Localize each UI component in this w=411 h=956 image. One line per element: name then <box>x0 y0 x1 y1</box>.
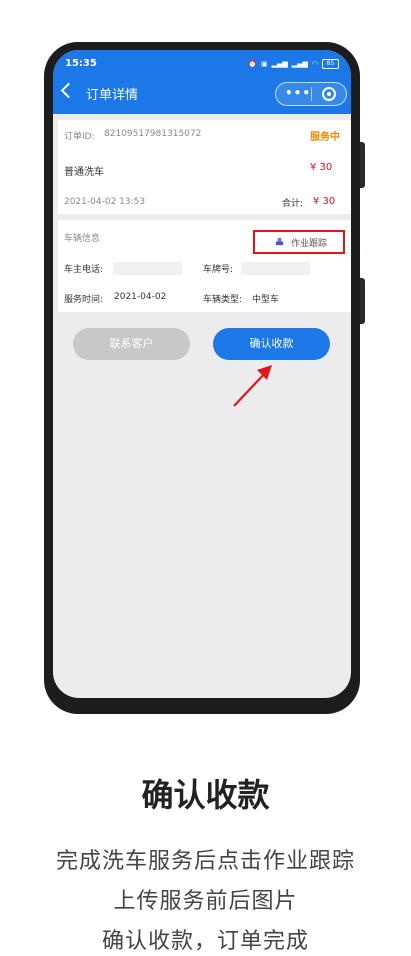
order-id-value: 82109517981315072 <box>104 129 202 139</box>
vehicle-type-label: 车辆类型: <box>203 295 243 305</box>
caption-line-1: 完成洗车服务后点击作业跟踪 <box>55 849 355 874</box>
work-tracking-label: 作业跟踪 <box>291 239 328 249</box>
total-label: 合计: <box>282 199 304 209</box>
phone-side-button <box>360 278 365 324</box>
top-bar: 15:35 ⏰ ▣ ▂▄▆ ▂▄▆ ◠ 85 订单详情 ••• <box>53 50 351 114</box>
wifi-icon: ◠ <box>311 60 318 68</box>
total-price: ¥ 30 <box>313 196 336 207</box>
contact-customer-button[interactable]: 联系客户 <box>73 328 190 360</box>
close-target-icon[interactable] <box>322 87 336 101</box>
vehicle-type-value: 中型车 <box>252 295 280 305</box>
signal-icon: ▂▄▆ <box>271 60 288 68</box>
caption-line-2: 上传服务前后图片 <box>113 889 298 914</box>
status-time: 15:35 <box>65 58 97 69</box>
battery-icon: 85 <box>322 59 339 69</box>
back-arrow-icon[interactable] <box>60 82 77 99</box>
caption-title: 确认收款 <box>141 776 270 814</box>
vehicle-section-title: 车辆信息 <box>64 234 101 244</box>
mini-program-capsule: ••• <box>275 82 347 106</box>
confirm-payment-button[interactable]: 确认收款 <box>213 328 330 360</box>
alarm-icon: ⏰ <box>248 60 257 68</box>
plate-label: 车牌号: <box>203 265 234 275</box>
owner-phone-label: 车主电话: <box>64 265 104 275</box>
hd-icon: ▣ <box>260 60 268 68</box>
order-card: 订单ID: 82109517981315072 服务中 普通洗车 ¥ 30 20… <box>58 120 351 214</box>
signal-icon: ▂▄▆ <box>291 60 308 68</box>
order-id-label: 订单ID: <box>64 132 95 142</box>
plate-field <box>241 262 310 275</box>
service-price: ¥ 30 <box>310 162 333 173</box>
owner-phone-field <box>113 262 182 275</box>
caption-line-3: 确认收款，订单完成 <box>101 929 309 954</box>
work-tracking-button[interactable]: 作业跟踪 <box>253 230 345 254</box>
tracking-icon <box>275 237 284 246</box>
phone-screen: 15:35 ⏰ ▣ ▂▄▆ ▂▄▆ ◠ 85 订单详情 ••• 订单ID: 82… <box>53 50 351 698</box>
phone-side-button <box>360 142 365 188</box>
status-icons: ⏰ ▣ ▂▄▆ ▂▄▆ ◠ 85 <box>248 59 339 69</box>
annotation-arrow <box>233 365 272 407</box>
capsule-divider <box>311 87 312 101</box>
service-time-value: 2021-04-02 <box>114 292 167 302</box>
page-title: 订单详情 <box>86 88 139 103</box>
order-datetime: 2021-04-02 13:53 <box>64 197 146 207</box>
order-status-badge: 服务中 <box>310 132 340 143</box>
more-icon[interactable]: ••• <box>285 87 311 99</box>
service-name: 普通洗车 <box>64 167 104 178</box>
service-time-label: 服务时间: <box>64 295 104 305</box>
